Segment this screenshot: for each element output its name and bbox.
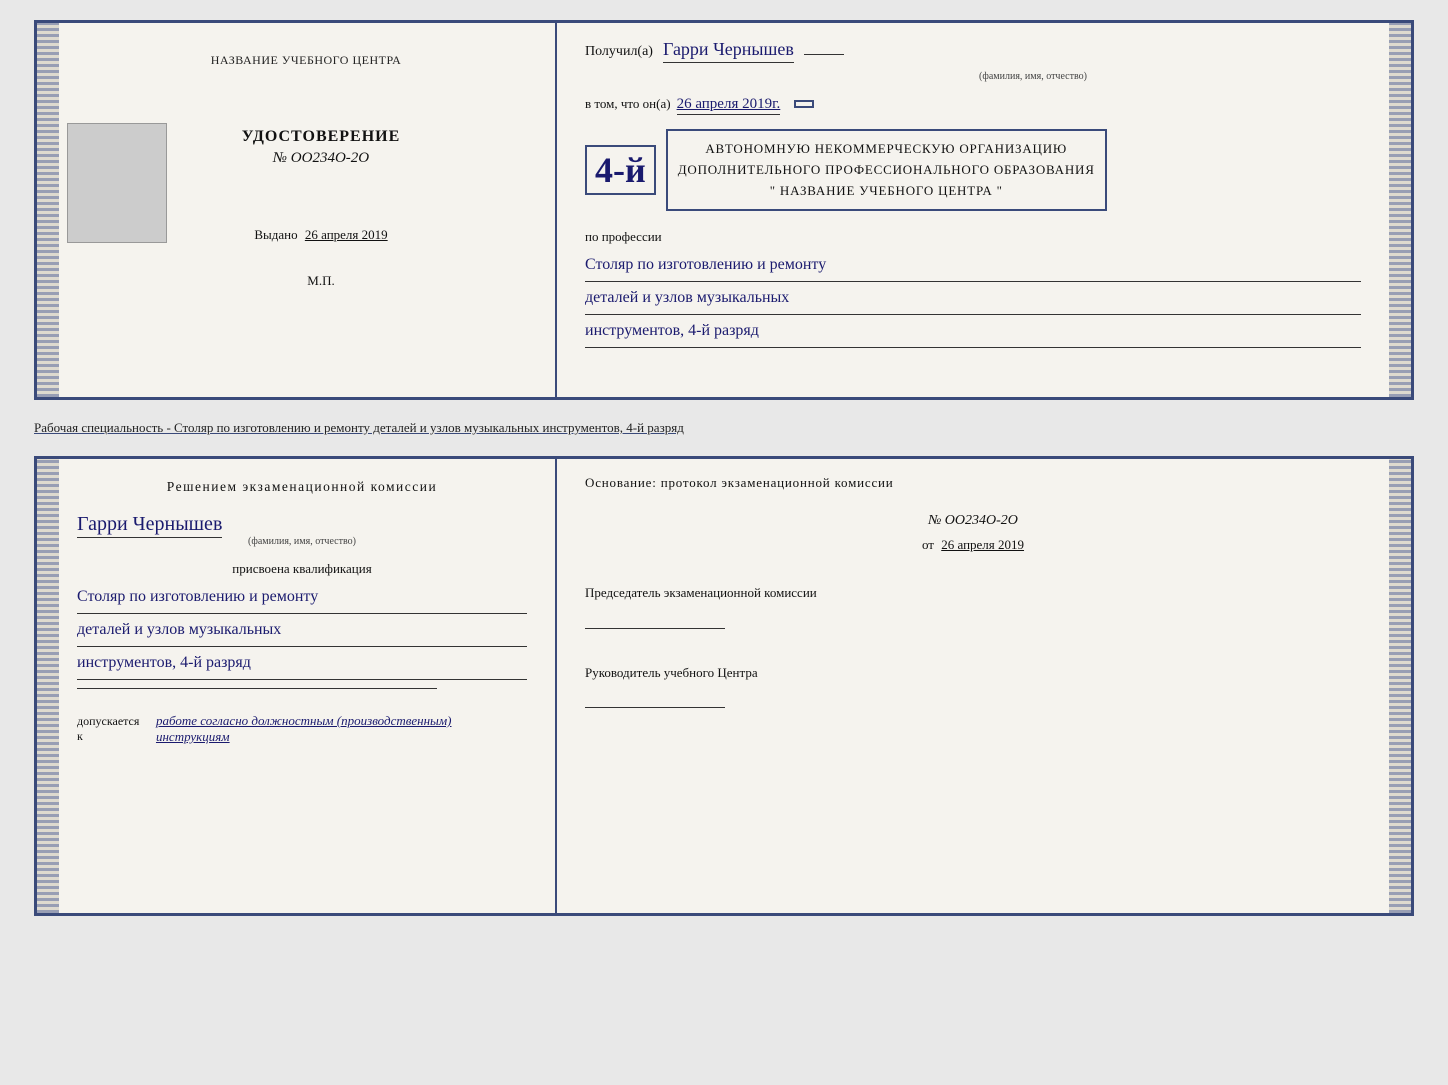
top-document: НАЗВАНИЕ УЧЕБНОГО ЦЕНТРА УДОСТОВЕРЕНИЕ №… — [34, 20, 1414, 400]
org-line1: АВТОНОМНУЮ НЕКОММЕРЧЕСКУЮ ОРГАНИЗАЦИЮ — [678, 139, 1095, 160]
top-doc-right-page: Получил(а) Гарри Чернышев (фамилия, имя,… — [557, 23, 1411, 397]
dopuskaetsya-block: допускается к работе согласно должностны… — [77, 713, 527, 745]
profession-line1: Столяр по изготовлению и ремонту — [585, 249, 1361, 282]
udostoverenie-number: № OO234O-2O — [242, 150, 401, 167]
mp-label: М.П. — [307, 273, 334, 289]
name-block-bottom: Гарри Чернышев (фамилия, имя, отчество) — [77, 513, 527, 547]
bottom-nomer: № OO234O-2O — [928, 513, 1018, 528]
vydano-date: 26 апреля 2019 — [305, 227, 388, 242]
vydano-label: Выдано — [254, 227, 297, 242]
subtitle-line: Рабочая специальность - Столяр по изгото… — [34, 416, 1414, 440]
org-block: АВТОНОМНУЮ НЕКОММЕРЧЕСКУЮ ОРГАНИЗАЦИЮ ДО… — [666, 129, 1107, 211]
top-doc-left-page: НАЗВАНИЕ УЧЕБНОГО ЦЕНТРА УДОСТОВЕРЕНИЕ №… — [37, 23, 557, 397]
predsedatel-title: Председатель экзаменационной комиссии — [585, 583, 1361, 603]
center-name-top: НАЗВАНИЕ УЧЕБНОГО ЦЕНТРА — [211, 53, 402, 68]
udostoverenie-title: УДОСТОВЕРЕНИЕ — [242, 128, 401, 146]
prisvoena-text: присвоена квалификация — [77, 561, 527, 577]
rank-badge: 4-й — [585, 145, 656, 195]
left-binding-bottom — [37, 459, 59, 913]
profession-line3: инструментов, 4-й разряд — [585, 315, 1361, 348]
photo-placeholder — [67, 123, 167, 243]
fio-label-top: (фамилия, имя, отчество) — [705, 71, 1361, 82]
recipient-name: Гарри Чернышев — [663, 39, 794, 63]
poluchil-label: Получил(а) — [585, 44, 653, 60]
right-binding-bottom — [1389, 459, 1411, 913]
predsedatel-block: Председатель экзаменационной комиссии — [585, 583, 1361, 629]
rukovoditel-signature-line — [585, 688, 725, 708]
vtom-label: в том, что он(а) — [585, 96, 671, 112]
predsedatel-signature-line — [585, 609, 725, 629]
vtom-date: 26 апреля 2019г. — [677, 96, 781, 115]
poluchil-line: Получил(а) Гарри Чернышев — [585, 39, 1361, 63]
org-line2: ДОПОЛНИТЕЛЬНОГО ПРОФЕССИОНАЛЬНОГО ОБРАЗО… — [678, 160, 1095, 181]
bottom-document: Решением экзаменационной комиссии Гарри … — [34, 456, 1414, 916]
rukovoditel-title: Руководитель учебного Центра — [585, 663, 1361, 683]
bottom-qual-line2: деталей и узлов музыкальных — [77, 614, 527, 647]
rukovoditel-block: Руководитель учебного Центра — [585, 663, 1361, 709]
dopuskaetsya-label: допускается к — [77, 714, 148, 744]
nomer-line: № OO234O-2O — [585, 513, 1361, 529]
org-name: " НАЗВАНИЕ УЧЕБНОГО ЦЕНТРА " — [678, 181, 1095, 202]
bottom-doc-left-page: Решением экзаменационной комиссии Гарри … — [37, 459, 557, 913]
po-professii: по профессии — [585, 229, 1361, 245]
okончил-box — [794, 100, 814, 108]
ot-date: 26 апреля 2019 — [941, 537, 1024, 552]
bottom-qual-line3: инструментов, 4-й разряд — [77, 647, 527, 680]
right-binding-top — [1389, 23, 1411, 397]
bottom-qual-line1: Столяр по изготовлению и ремонту — [77, 581, 527, 614]
ot-line: от 26 апреля 2019 — [585, 537, 1361, 553]
profession-line2: деталей и узлов музыкальных — [585, 282, 1361, 315]
vtom-line: в том, что он(а) 26 апреля 2019г. — [585, 96, 1361, 115]
dopusk-text: работе согласно должностным (производств… — [156, 713, 527, 745]
resheniem-text: Решением экзаменационной комиссии — [77, 479, 527, 495]
vydano-line: Выдано 26 апреля 2019 — [254, 227, 387, 243]
udostoverenie-block: УДОСТОВЕРЕНИЕ № OO234O-2O — [242, 128, 401, 167]
osnovanie-text: Основание: протокол экзаменационной коми… — [585, 475, 1361, 491]
bottom-name: Гарри Чернышев — [77, 513, 222, 538]
bottom-doc-right-page: Основание: протокол экзаменационной коми… — [557, 459, 1411, 913]
ot-label: от — [922, 537, 934, 552]
